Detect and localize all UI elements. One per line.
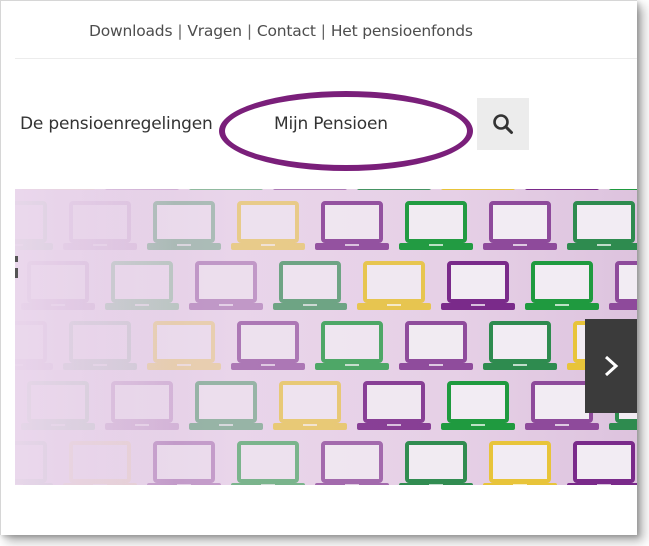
nav-item-mijn-pensioen[interactable]: Mijn Pensioen [274, 114, 388, 134]
laptop-graphic [567, 441, 637, 485]
top-links-bar: Downloads | Vragen | Contact | Het pensioenfon… [89, 22, 473, 40]
laptop-graphic [273, 189, 347, 190]
laptop-graphic [441, 381, 515, 430]
laptop-graphic [399, 441, 473, 485]
top-link-het-pensioenfonds[interactable]: Het pensioenfonds [331, 22, 473, 40]
top-link-contact[interactable]: Contact [257, 22, 316, 40]
next-slide-button[interactable] [585, 319, 637, 413]
laptop-graphic [357, 189, 431, 190]
search-button[interactable] [477, 98, 529, 150]
top-link-downloads[interactable]: Downloads [89, 22, 173, 40]
laptop-graphic [273, 261, 347, 310]
laptop-graphic [483, 321, 557, 370]
laptop-graphic [315, 321, 389, 370]
laptop-graphic [525, 189, 599, 190]
laptop-graphic [399, 201, 473, 250]
nav-divider [15, 58, 637, 59]
nav-item-de-pensioenregelingen[interactable]: De pensioenregelingen [20, 114, 213, 134]
laptop-graphic [357, 381, 431, 430]
laptop-graphic [399, 321, 473, 370]
laptop-graphic [441, 189, 515, 190]
laptop-graphic [357, 261, 431, 310]
laptop-graphic [231, 321, 305, 370]
laptop-graphic [231, 441, 305, 485]
laptop-graphic [609, 261, 637, 310]
laptop-graphic [483, 201, 557, 250]
laptop-graphic [567, 201, 637, 250]
link-separator: | [320, 22, 326, 40]
laptop-graphic [525, 261, 599, 310]
laptop-graphic [189, 381, 263, 430]
screenshot-frame: Downloads | Vragen | Contact | Het pensioenfon… [0, 0, 637, 535]
laptop-graphic [189, 261, 263, 310]
laptop-graphic [441, 261, 515, 310]
laptop-graphic [231, 201, 305, 250]
hero-fade [15, 189, 175, 485]
link-separator: | [246, 22, 252, 40]
slider-edge-mark [15, 256, 18, 278]
laptop-graphic [189, 189, 263, 190]
link-separator: | [177, 22, 183, 40]
laptop-graphic [483, 441, 557, 485]
laptop-graphic [315, 441, 389, 485]
laptop-graphic [315, 201, 389, 250]
hero-banner [15, 189, 637, 485]
chevron-right-icon [604, 355, 619, 377]
top-link-vragen[interactable]: Vragen [187, 22, 242, 40]
search-icon [493, 114, 513, 134]
laptop-graphic [273, 381, 347, 430]
laptop-graphic [609, 189, 637, 190]
